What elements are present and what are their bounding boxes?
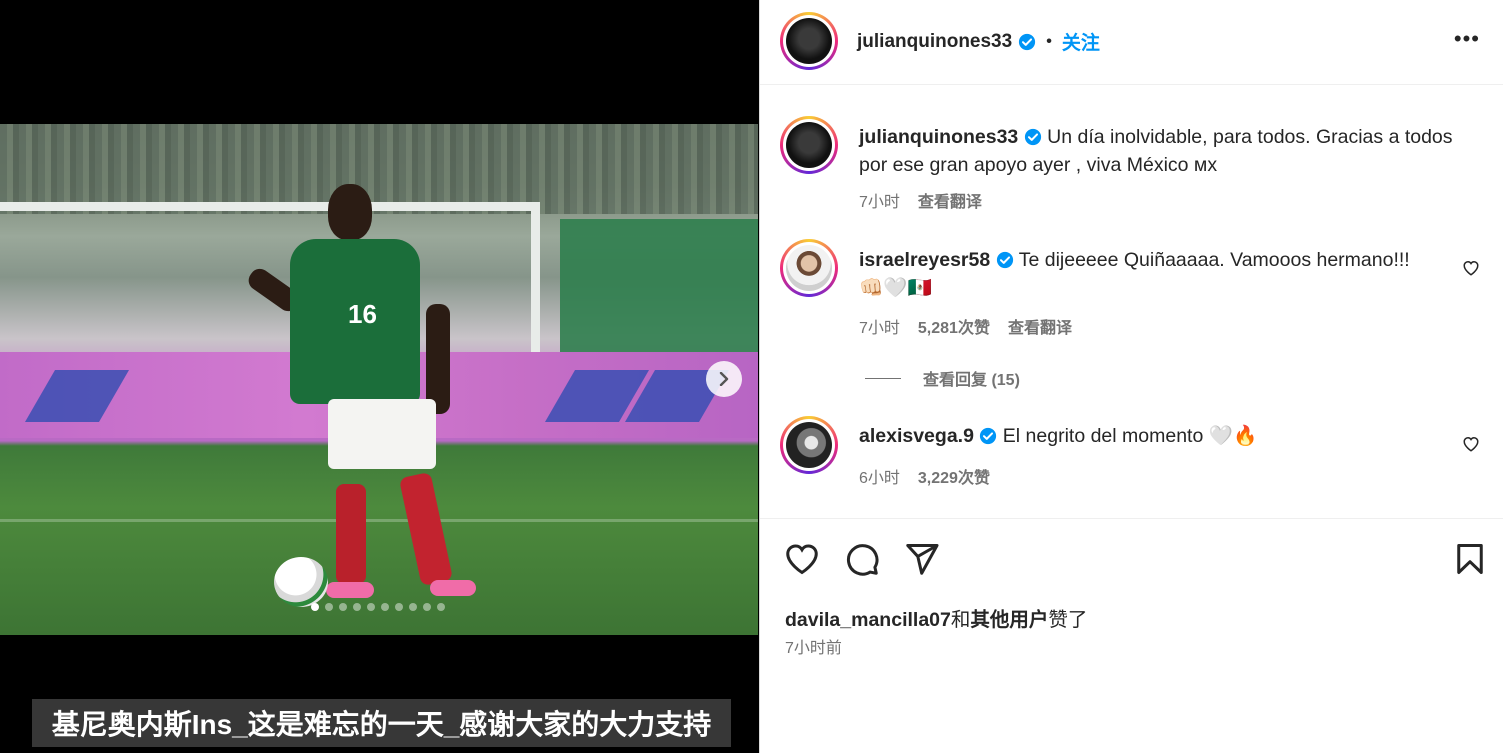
carousel-dot: [423, 603, 431, 611]
follow-button[interactable]: 关注: [1062, 28, 1100, 55]
photo-ball: [274, 557, 328, 607]
author-username[interactable]: julianquinones33: [857, 31, 1012, 53]
comment-body: El negrito del momento 🤍🔥: [1002, 425, 1258, 447]
liked-suffix: 赞了: [1048, 609, 1088, 631]
photo-board: [560, 219, 758, 359]
post-header: julianquinones33 • 关注 •••: [760, 0, 1503, 85]
carousel-dot: [367, 603, 375, 611]
likes-summary: davila_mancilla07和其他用户赞了: [785, 603, 1087, 632]
post-timestamp: 7小时前: [785, 640, 842, 657]
comment-body: Te dijeeeee Quiñaaaaa. Vamooos hermano!!…: [1018, 249, 1410, 271]
comment-avatar[interactable]: [780, 416, 838, 474]
view-replies-button[interactable]: 查看回复 (15): [865, 366, 1020, 390]
comments-list[interactable]: julianquinones33 Un día inolvidable, par…: [760, 86, 1503, 518]
comment-time: 6小时: [859, 470, 900, 487]
replies-divider: [865, 377, 901, 379]
author-avatar[interactable]: [780, 12, 838, 70]
share-send-icon[interactable]: [904, 541, 940, 577]
carousel-dot: [381, 603, 389, 611]
separator-dot: •: [1046, 32, 1052, 50]
verified-badge-icon: [1024, 128, 1041, 146]
comment-username[interactable]: israelreyesr58: [859, 249, 990, 271]
verified-badge-icon: [1019, 33, 1036, 50]
caption-username[interactable]: julianquinones33: [859, 126, 1018, 148]
comment-like-count[interactable]: 5,281次赞: [918, 314, 990, 338]
video-subtitle: 基尼奥内斯Ins_这是难忘的一天_感谢大家的大力支持: [32, 699, 731, 747]
caption-text: julianquinones33 Un día inolvidable, par…: [859, 123, 1484, 179]
comment-bubble-icon[interactable]: [844, 541, 880, 577]
liked-and: 和: [950, 609, 971, 631]
caption-time: 7小时: [859, 194, 900, 211]
like-heart-icon[interactable]: [784, 541, 820, 577]
comment-translate-link[interactable]: 查看翻译: [1008, 314, 1072, 338]
comment-text: israelreyesr58 Te dijeeeee Quiñaaaaa. Va…: [859, 246, 1419, 302]
carousel-dot: [395, 603, 403, 611]
caption-meta: 7小时 查看翻译: [859, 188, 982, 212]
bookmark-save-icon[interactable]: [1452, 541, 1488, 577]
carousel-dot: [339, 603, 347, 611]
more-options-icon[interactable]: •••: [1454, 26, 1480, 52]
chevron-right-icon: [719, 372, 729, 386]
post-actions: davila_mancilla07和其他用户赞了 7小时前: [760, 518, 1503, 683]
comment-time: 7小时: [859, 320, 900, 337]
others-link[interactable]: 其他用户: [970, 609, 1048, 631]
media-pane: 16: [0, 0, 758, 753]
liker-username[interactable]: davila_mancilla07: [785, 609, 951, 631]
view-replies-label: 查看回复 (15): [923, 372, 1020, 389]
carousel-dots: [311, 603, 445, 611]
photo-player: 16: [240, 184, 480, 614]
verified-badge-icon: [996, 251, 1013, 269]
comment-meta: 7小时 5,281次赞 查看翻译: [859, 314, 1072, 338]
comment-emoji: 👊🏻🤍🇲🇽: [859, 277, 932, 299]
comment-like-count[interactable]: 3,229次赞: [918, 464, 990, 488]
carousel-dot: [353, 603, 361, 611]
verified-badge-icon: [980, 427, 997, 445]
carousel-dot: [437, 603, 445, 611]
post-panel: julianquinones33 • 关注 ••• julianquinones…: [759, 0, 1503, 753]
comment-meta: 6小时 3,229次赞: [859, 464, 990, 488]
carousel-dot: [409, 603, 417, 611]
carousel-dot: [325, 603, 333, 611]
caption-avatar[interactable]: [780, 116, 838, 174]
comment-username[interactable]: alexisvega.9: [859, 425, 974, 447]
comment-like-heart-icon[interactable]: [1462, 259, 1480, 277]
post-photo: 16: [0, 124, 758, 635]
comment-like-heart-icon[interactable]: [1462, 435, 1480, 453]
comment-text: alexisvega.9 El negrito del momento 🤍🔥: [859, 422, 1419, 450]
comment-avatar[interactable]: [780, 239, 838, 297]
carousel-dot: [311, 603, 319, 611]
caption-translate-link[interactable]: 查看翻译: [918, 188, 982, 212]
carousel-next-button[interactable]: [706, 361, 742, 397]
